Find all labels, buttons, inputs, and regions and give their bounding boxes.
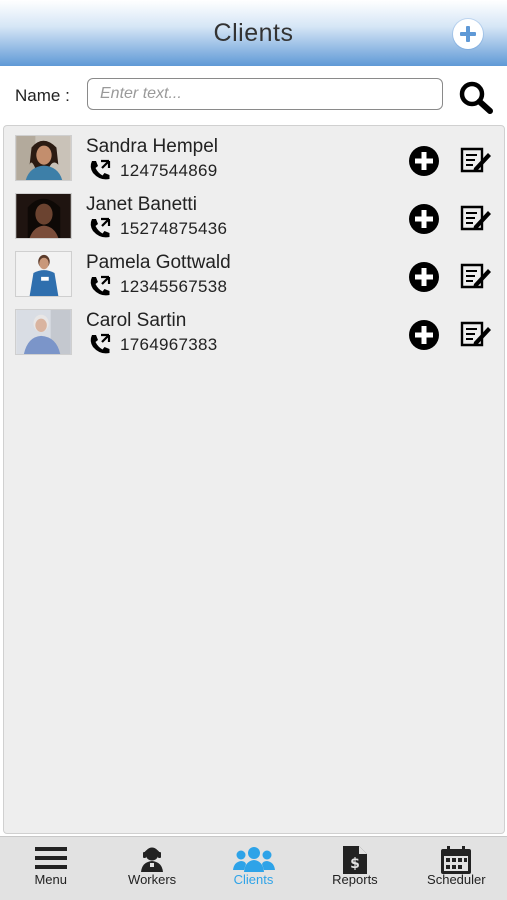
svg-text:$: $	[350, 856, 360, 872]
client-name: Pamela Gottwald	[86, 252, 231, 273]
page-title: Clients	[213, 18, 294, 47]
header-bar: Clients	[0, 0, 507, 66]
search-input[interactable]	[87, 78, 443, 110]
client-name: Carol Sartin	[86, 310, 187, 331]
tab-label: Workers	[128, 872, 177, 887]
avatar	[15, 193, 72, 239]
list-item[interactable]: Janet Banetti 15274875436	[4, 193, 504, 251]
tab-reports[interactable]: $ Reports	[304, 837, 405, 900]
client-phone: 12345567538	[120, 277, 228, 296]
search-icon[interactable]	[458, 80, 494, 114]
client-phone: 15274875436	[120, 219, 228, 238]
calendar-icon	[441, 846, 472, 874]
client-phone: 1247544869	[120, 161, 218, 180]
phone-icon	[90, 217, 111, 238]
client-name: Janet Banetti	[86, 194, 197, 215]
phone-icon	[90, 275, 111, 296]
edit-icon[interactable]	[458, 260, 492, 292]
bottom-tab-bar: Menu Workers Clients $ Reports Scheduler	[0, 836, 507, 900]
tab-workers[interactable]: Workers	[101, 837, 202, 900]
tab-menu[interactable]: Menu	[0, 837, 101, 900]
tab-label: Menu	[34, 872, 67, 887]
tab-label: Reports	[332, 872, 378, 887]
search-label: Name :	[15, 86, 70, 105]
tab-scheduler[interactable]: Scheduler	[406, 837, 507, 900]
list-item[interactable]: Pamela Gottwald 12345567538	[4, 251, 504, 309]
report-icon: $	[342, 846, 367, 874]
tab-clients[interactable]: Clients	[203, 837, 304, 900]
users-icon	[232, 847, 275, 872]
avatar	[15, 135, 72, 181]
add-icon[interactable]	[408, 319, 440, 351]
add-icon[interactable]	[408, 261, 440, 293]
add-icon[interactable]	[408, 203, 440, 235]
edit-icon[interactable]	[458, 144, 492, 176]
tab-label: Clients	[233, 872, 274, 887]
list-item[interactable]: Carol Sartin 1764967383	[4, 309, 504, 367]
avatar	[15, 309, 72, 355]
menu-icon	[34, 847, 67, 869]
avatar	[15, 251, 72, 297]
worker-icon	[141, 847, 164, 872]
tab-label: Scheduler	[427, 872, 486, 887]
edit-icon[interactable]	[458, 202, 492, 234]
edit-icon[interactable]	[458, 318, 492, 350]
client-name: Sandra Hempel	[86, 136, 219, 157]
search-row: Name :	[0, 66, 507, 124]
client-list: Sandra Hempel 1247544869 Janet Banetti 1…	[3, 125, 505, 834]
add-icon[interactable]	[408, 145, 440, 177]
list-item[interactable]: Sandra Hempel 1247544869	[4, 135, 504, 193]
phone-icon	[90, 333, 111, 354]
add-client-icon[interactable]	[453, 19, 483, 49]
phone-icon	[90, 159, 111, 180]
client-phone: 1764967383	[120, 335, 218, 354]
